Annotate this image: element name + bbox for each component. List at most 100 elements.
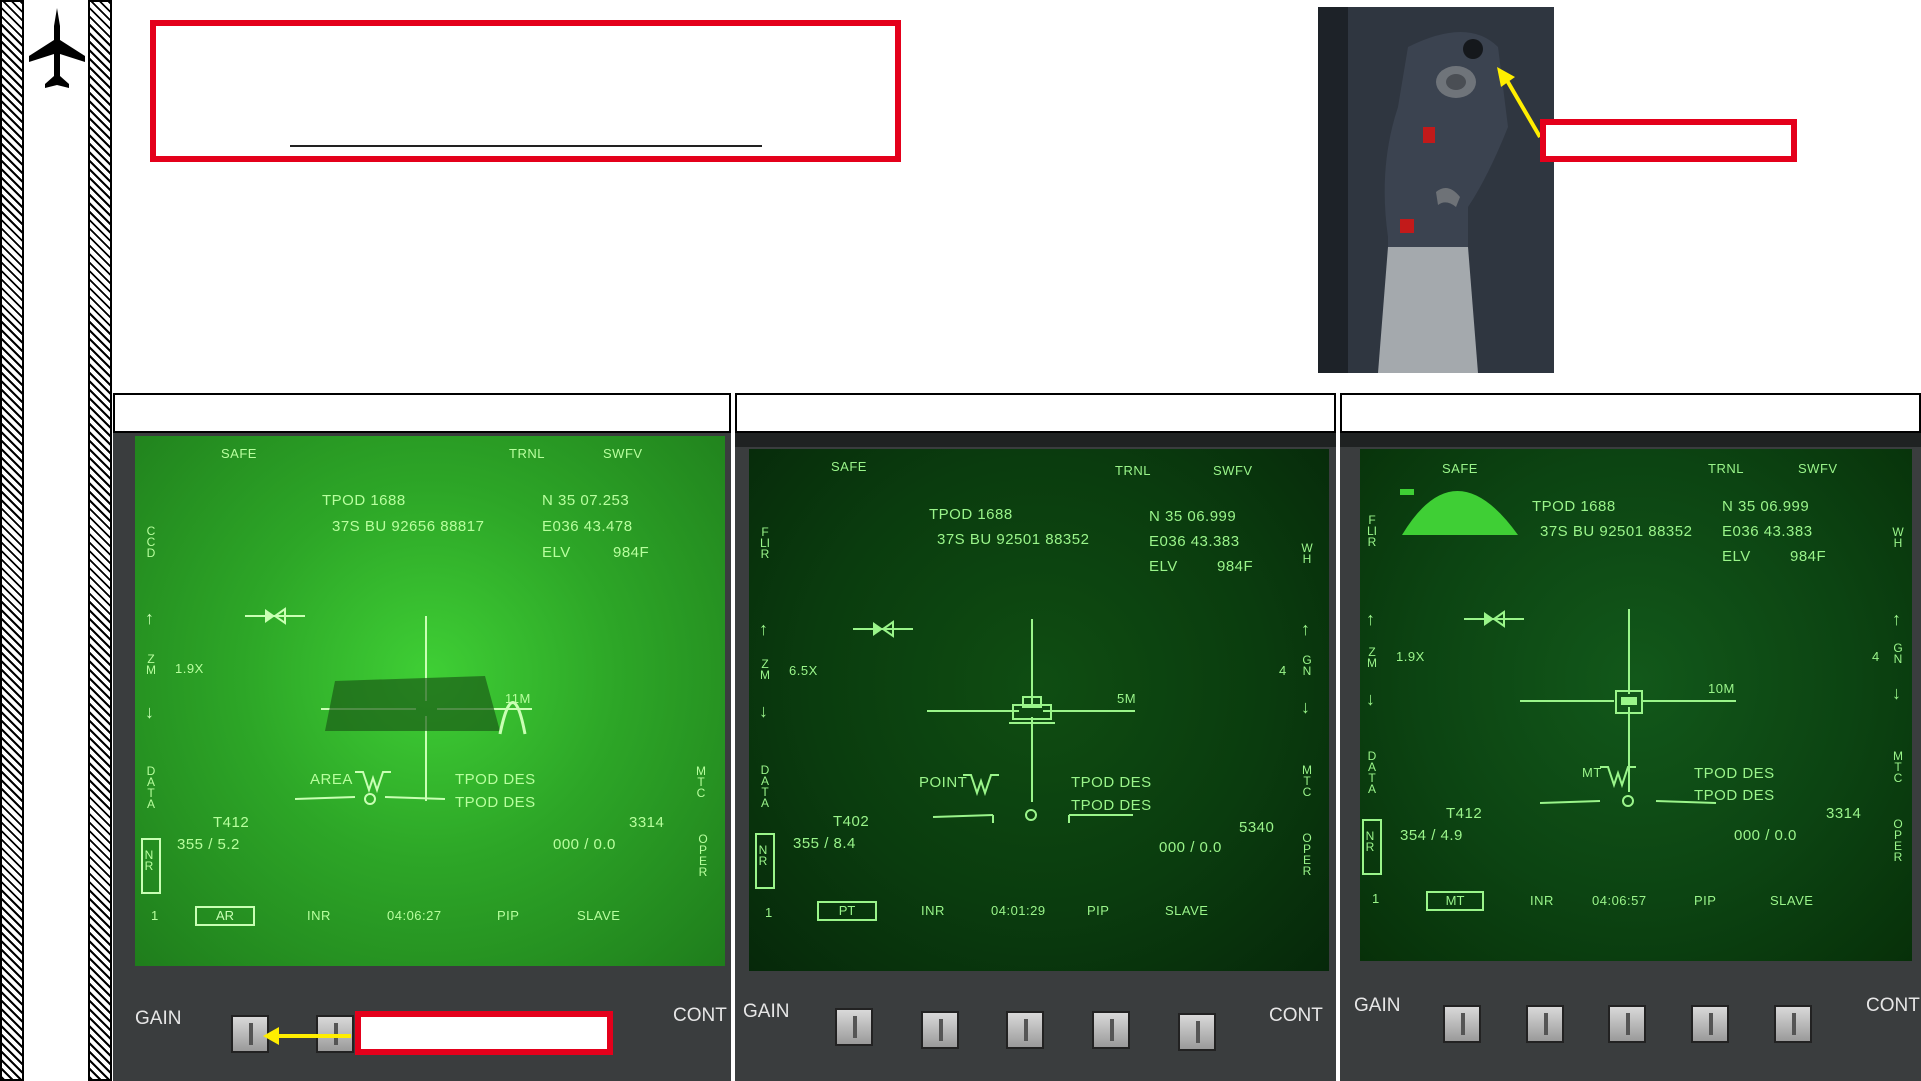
zoom-down-arrow[interactable]: ↓: [759, 701, 768, 722]
osb-inr[interactable]: INR: [1530, 893, 1554, 908]
bow-tie-marker: [1464, 610, 1524, 628]
crosshair-horizontal-left: [927, 710, 1019, 712]
cont-label: CONT: [1866, 995, 1920, 1016]
oper-osb[interactable]: OPER: [697, 833, 709, 878]
mgrs-coords: 37S BU 92501 88352: [1540, 523, 1693, 540]
cont-label: CONT: [673, 1005, 727, 1026]
crosshair-vertical-top: [1031, 619, 1033, 704]
pointer-arrow-stick: [1497, 67, 1542, 139]
osb-time: 04:06:27: [387, 908, 442, 923]
sensor-mode-osb[interactable]: FLIR: [759, 526, 771, 560]
data-osb[interactable]: DATA: [1366, 750, 1378, 795]
latitude: N 35 07.253: [542, 492, 630, 509]
gain-up-arrow[interactable]: ↑: [1301, 619, 1310, 640]
heading-range: 355 / 5.2: [177, 836, 240, 853]
osb-button-3[interactable]: [1608, 1005, 1646, 1043]
tpod-des-2: TPOD DES: [1071, 797, 1152, 814]
target-id: T412: [213, 814, 250, 831]
trnl-label[interactable]: TRNL: [1115, 463, 1151, 478]
tpod-des-1: TPOD DES: [1071, 774, 1152, 791]
osb-button-1[interactable]: [1443, 1005, 1481, 1043]
elevation-label: ELV: [1149, 558, 1178, 575]
zoom-down-arrow[interactable]: ↓: [145, 702, 154, 723]
title-callout-box: [150, 20, 901, 162]
zoom-label[interactable]: ZM: [759, 658, 771, 681]
swfv-label[interactable]: SWFV: [603, 446, 643, 461]
osb-mt[interactable]: MT: [1426, 891, 1484, 911]
gain-up-arrow[interactable]: ↑: [1892, 609, 1901, 630]
range-label: 10M: [1708, 681, 1735, 696]
mfd-panel-2: SAFE TRNL SWFV TPOD 1688 37S BU 92501 88…: [735, 433, 1336, 1081]
gain-label: GAIN: [1354, 995, 1401, 1016]
osb-pip[interactable]: PIP: [497, 908, 519, 923]
osb-time: 04:01:29: [991, 903, 1046, 918]
osb-ar[interactable]: AR: [195, 906, 255, 926]
mtc-osb[interactable]: MTC: [1892, 750, 1904, 784]
zoom-up-arrow[interactable]: ↑: [759, 619, 768, 640]
heading-range: 355 / 8.4: [793, 835, 856, 852]
wh-osb[interactable]: WH: [1301, 542, 1313, 565]
aircraft-reference-w: [963, 774, 999, 797]
elevation-label: ELV: [1722, 548, 1751, 565]
data-osb[interactable]: DATA: [145, 765, 157, 810]
nr-osb[interactable]: NR: [755, 833, 775, 889]
nr-osb[interactable]: NR: [141, 838, 161, 894]
cont-label: CONT: [1269, 1005, 1323, 1026]
osb-button-5[interactable]: [1178, 1013, 1216, 1051]
osb-button-3[interactable]: [1006, 1011, 1044, 1049]
gn-osb[interactable]: GN: [1301, 654, 1313, 677]
gn-osb[interactable]: GN: [1892, 642, 1904, 665]
wh-osb[interactable]: WH: [1892, 526, 1904, 549]
bearing-range: 000 / 0.0: [1734, 827, 1797, 844]
osb-inr[interactable]: INR: [307, 908, 331, 923]
mtc-osb[interactable]: MTC: [695, 765, 707, 799]
osb-pt[interactable]: PT: [817, 901, 877, 921]
oper-osb[interactable]: OPER: [1892, 818, 1904, 863]
trnl-label[interactable]: TRNL: [509, 446, 545, 461]
horizon-line: [1540, 795, 1717, 807]
data-osb[interactable]: DATA: [759, 764, 771, 809]
osb-slave[interactable]: SLAVE: [1165, 903, 1208, 918]
longitude: E036 43.478: [542, 518, 633, 535]
mtc-osb[interactable]: MTC: [1301, 764, 1313, 798]
zoom-label[interactable]: ZM: [1366, 646, 1378, 669]
sensor-mode-osb[interactable]: CCD: [145, 525, 157, 559]
safe-label[interactable]: SAFE: [221, 446, 257, 461]
gain-value: 4: [1279, 663, 1287, 678]
osb-button-2[interactable]: [1526, 1005, 1564, 1043]
oper-osb[interactable]: OPER: [1301, 832, 1313, 877]
osb-button-4[interactable]: [1691, 1005, 1729, 1043]
zoom-up-arrow[interactable]: ↑: [145, 608, 154, 629]
nr-osb[interactable]: NR: [1362, 819, 1382, 875]
sensor-mode-osb[interactable]: FLIR: [1366, 514, 1378, 548]
terrain-hump: [1400, 489, 1518, 535]
osb-inr[interactable]: INR: [921, 903, 945, 918]
gain-down-arrow[interactable]: ↓: [1301, 697, 1310, 718]
osb-button-2[interactable]: [921, 1011, 959, 1049]
bearing-range: 000 / 0.0: [1159, 839, 1222, 856]
bow-tie-marker: [245, 607, 305, 625]
swfv-label[interactable]: SWFV: [1213, 463, 1253, 478]
elevation-label: ELV: [542, 544, 571, 561]
tpod-des-1: TPOD DES: [455, 771, 536, 788]
osb-pip[interactable]: PIP: [1694, 893, 1716, 908]
osb-button-5[interactable]: [1774, 1005, 1812, 1043]
tpod-des-1: TPOD DES: [1694, 765, 1775, 782]
safe-label[interactable]: SAFE: [831, 459, 867, 474]
osb-pip[interactable]: PIP: [1087, 903, 1109, 918]
tpod-screen-2: SAFE TRNL SWFV TPOD 1688 37S BU 92501 88…: [749, 449, 1329, 971]
crosshair-vertical-bottom: [1031, 717, 1033, 802]
osb-slave[interactable]: SLAVE: [1770, 893, 1813, 908]
gain-down-arrow[interactable]: ↓: [1892, 683, 1901, 704]
title-underline: [290, 145, 762, 147]
longitude: E036 43.383: [1149, 533, 1240, 550]
zoom-down-arrow[interactable]: ↓: [1366, 689, 1375, 710]
trnl-label[interactable]: TRNL: [1708, 461, 1744, 476]
crosshair-horizontal-left: [1520, 700, 1614, 702]
osb-slave[interactable]: SLAVE: [577, 908, 620, 923]
zoom-label[interactable]: ZM: [145, 653, 157, 676]
swfv-label[interactable]: SWFV: [1798, 461, 1838, 476]
zoom-up-arrow[interactable]: ↑: [1366, 609, 1375, 630]
osb-button-4[interactable]: [1092, 1011, 1130, 1049]
osb-button-1[interactable]: [835, 1008, 873, 1046]
